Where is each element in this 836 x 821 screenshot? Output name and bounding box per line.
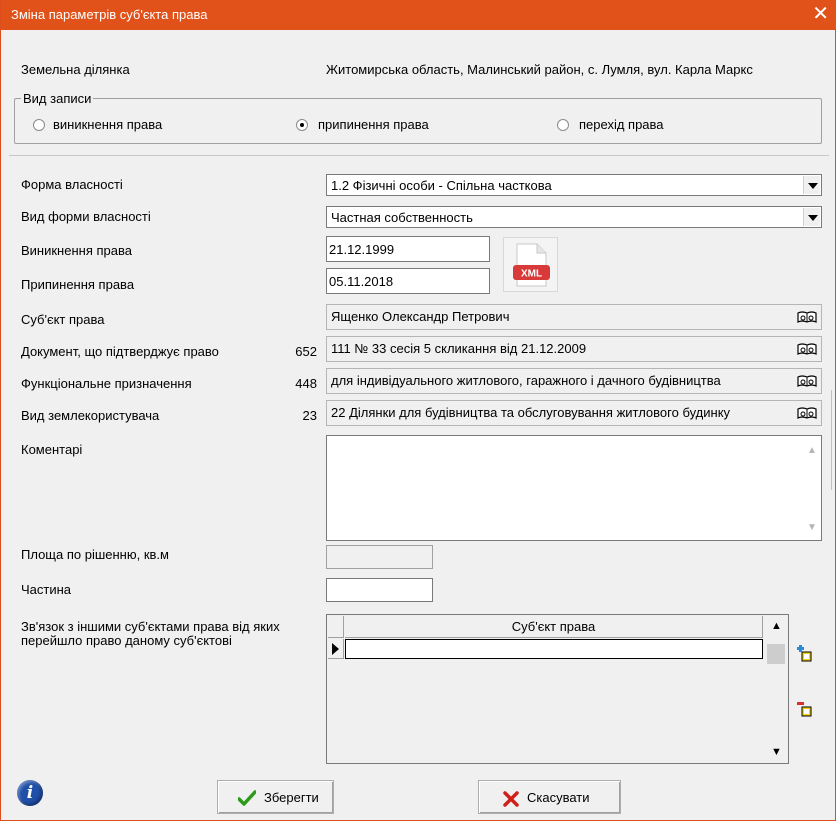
window-edge [831, 390, 836, 490]
document-value: 111 № 33 сесія 5 скликання від 21.12.200… [331, 341, 587, 356]
radio-right-transfer[interactable] [557, 119, 569, 131]
cancel-button-label: Скасувати [527, 790, 590, 805]
title-bar: Зміна параметрів суб'єкта права ✕ [1, 0, 836, 30]
scroll-up-icon[interactable]: ▲ [807, 445, 817, 456]
share-label: Частина [21, 582, 72, 597]
scroll-down-icon[interactable]: ▼ [771, 746, 782, 758]
right-start-input[interactable]: 21.12.1999 [326, 236, 490, 262]
save-button-label: Зберегти [264, 790, 319, 805]
right-start-value: 21.12.1999 [329, 242, 395, 257]
divider [9, 155, 829, 156]
grid-scrollbar[interactable]: ▲ ▼ [765, 616, 787, 762]
right-end-label: Припинення права [21, 277, 135, 292]
user-type-value: 22 Ділянки для будівництва та обслуговув… [331, 405, 731, 420]
comments-textarea[interactable]: ▲ ▼ [326, 435, 822, 541]
ownership-kind-value: Частная собственность [331, 210, 473, 225]
document-field[interactable]: 111 № 33 сесія 5 скликання від 21.12.200… [326, 336, 822, 362]
radio-right-origin-label[interactable]: виникнення права [53, 117, 162, 132]
purpose-label: Функціональне призначення [21, 376, 192, 391]
subject-value: Ященко Олександр Петрович [331, 309, 510, 324]
ownership-kind-select[interactable]: Частная собственность [326, 206, 822, 228]
add-relation-icon[interactable] [796, 645, 816, 663]
open-book-icon[interactable] [797, 342, 817, 356]
chevron-down-icon[interactable] [803, 208, 820, 226]
row-indicator-icon [328, 639, 344, 659]
scroll-down-icon[interactable]: ▼ [807, 522, 817, 533]
close-icon[interactable]: ✕ [812, 3, 829, 25]
radio-right-termination[interactable] [296, 119, 308, 131]
table-row[interactable] [345, 639, 763, 659]
info-icon[interactable]: i [17, 780, 43, 806]
relations-label: Зв'язок з іншими суб'єктами права від як… [21, 619, 280, 648]
ownership-form-select[interactable]: 1.2 Фізичні особи - Спільна часткова [326, 174, 822, 196]
grid-corner [328, 616, 344, 638]
cancel-button[interactable]: Скасувати [478, 780, 621, 814]
scroll-thumb[interactable] [767, 644, 785, 664]
record-type-legend: Вид записи [21, 91, 94, 106]
checkmark-icon [238, 790, 256, 806]
right-start-label: Виникнення права [21, 243, 132, 258]
user-type-label: Вид землекористувача [21, 408, 160, 423]
area-label: Площа по рішенню, кв.м [21, 547, 169, 562]
radio-right-origin[interactable] [33, 119, 45, 131]
right-end-value: 05.11.2018 [329, 274, 394, 289]
right-end-input[interactable]: 05.11.2018 [326, 268, 490, 294]
open-book-icon[interactable] [797, 310, 817, 324]
scroll-up-icon[interactable]: ▲ [771, 620, 782, 632]
close-icon [503, 791, 519, 807]
remove-relation-icon[interactable] [796, 700, 816, 718]
record-type-group: Вид записи виникнення права припинення п… [14, 91, 822, 144]
chevron-down-icon[interactable] [803, 176, 820, 194]
share-input[interactable] [326, 578, 433, 602]
area-input[interactable] [326, 545, 433, 569]
radio-right-termination-label[interactable]: припинення права [318, 117, 429, 132]
save-button[interactable]: Зберегти [217, 780, 334, 814]
document-code: 652 [295, 344, 317, 359]
subject-label: Суб'єкт права [21, 312, 105, 327]
user-type-field[interactable]: 22 Ділянки для будівництва та обслуговув… [326, 400, 822, 426]
ownership-kind-label: Вид форми власності [21, 209, 151, 224]
dialog-window: Зміна параметрів суб'єкта права ✕ Земель… [0, 0, 836, 821]
open-book-icon[interactable] [797, 406, 817, 420]
comments-scrollbar[interactable]: ▲ ▼ [803, 437, 820, 539]
grid-column-header[interactable]: Суб'єкт права [345, 616, 763, 638]
xml-export-button[interactable]: XML [503, 237, 558, 292]
relations-grid[interactable]: Суб'єкт права ▲ ▼ [326, 614, 789, 764]
land-plot-label: Земельна ділянка [21, 62, 130, 77]
xml-file-icon: XML [513, 243, 550, 287]
land-plot-address: Житомирська область, Малинський район, с… [326, 62, 753, 77]
comments-label: Коментарі [21, 442, 83, 457]
ownership-form-value: 1.2 Фізичні особи - Спільна часткова [331, 178, 552, 193]
purpose-value: для індивідуального житлового, гаражного… [331, 373, 721, 388]
window-title: Зміна параметрів суб'єкта права [11, 7, 208, 22]
radio-right-transfer-label[interactable]: перехід права [579, 117, 664, 132]
document-label: Документ, що підтверджує право [21, 344, 219, 359]
subject-field[interactable]: Ященко Олександр Петрович [326, 304, 822, 330]
ownership-form-label: Форма власності [21, 177, 123, 192]
purpose-code: 448 [295, 376, 317, 391]
open-book-icon[interactable] [797, 374, 817, 388]
xml-badge-text: XML [521, 269, 542, 280]
purpose-field[interactable]: для індивідуального житлового, гаражного… [326, 368, 822, 394]
user-type-code: 23 [302, 408, 317, 423]
